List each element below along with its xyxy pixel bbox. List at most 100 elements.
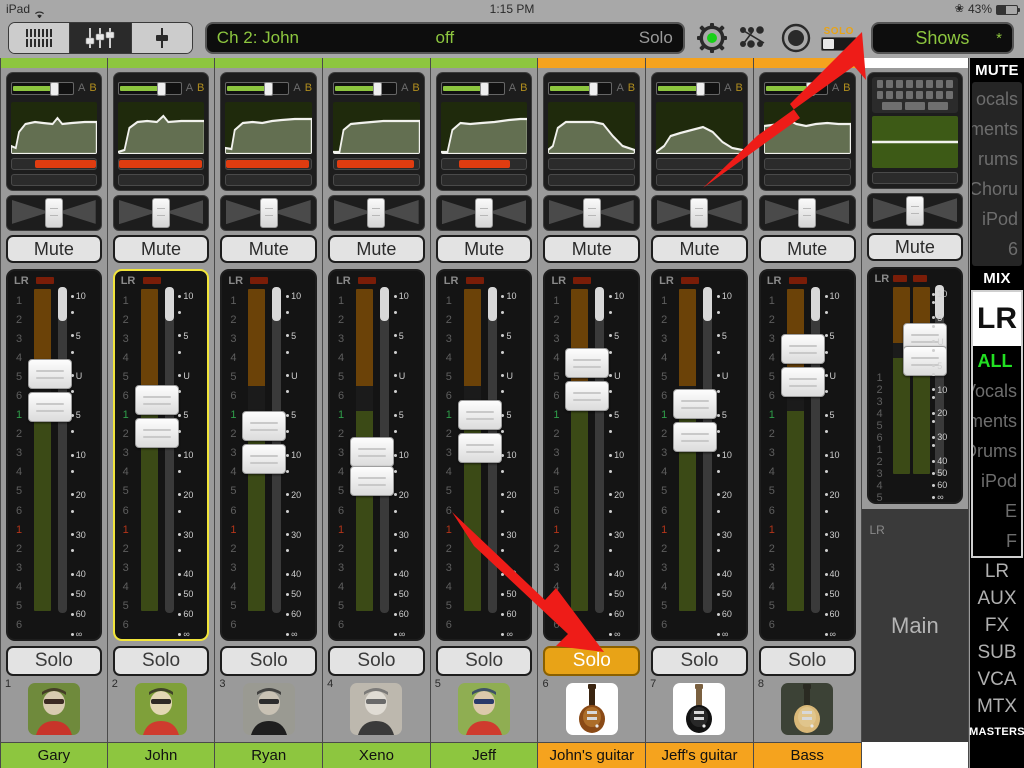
fader-panel[interactable]: LR 1 2 3 4 5 6 1 2 3 4 5 6 1 2 3 4 5 6 10 5 U 5 10 20 30 40 50 60 ∞ <box>220 269 318 641</box>
mix-group-item[interactable]: Vocals <box>973 376 1021 406</box>
channel-photo[interactable] <box>781 683 834 735</box>
main-mute-button[interactable]: Mute <box>866 233 964 261</box>
mute-button[interactable]: Mute <box>435 235 533 263</box>
fader-handle[interactable] <box>565 381 610 412</box>
pan-knob[interactable] <box>44 198 63 228</box>
solo-button[interactable]: Solo <box>651 646 748 676</box>
solo-button[interactable]: Solo <box>112 646 210 676</box>
fader-panel[interactable]: LR 1 2 3 4 5 6 1 2 3 4 5 6 1 2 3 4 5 6 10 5 U 5 10 20 30 40 50 60 ∞ <box>112 269 210 641</box>
gain-slider[interactable] <box>117 81 182 96</box>
solo-button[interactable]: Solo <box>6 646 102 676</box>
channel-title-bar[interactable]: Ch 2: John off Solo <box>204 22 685 54</box>
fader-panel[interactable]: LR 1 2 3 4 5 6 1 2 3 4 5 6 1 2 3 4 5 6 10 5 U 5 10 20 30 40 50 60 ∞ <box>6 269 102 641</box>
fader-panel[interactable]: LR 1 2 3 4 5 6 1 2 3 4 5 6 1 2 3 4 5 6 10 5 U 5 10 20 30 40 50 60 ∞ <box>543 269 641 641</box>
gain-preset-b-label[interactable]: B <box>305 82 312 94</box>
channel-name-label[interactable]: Gary <box>1 742 107 768</box>
pan-knob[interactable] <box>690 198 709 228</box>
fader-handle[interactable] <box>350 466 395 497</box>
solo-button[interactable]: Solo <box>758 646 856 676</box>
eq-curve-display[interactable] <box>763 102 851 154</box>
mute-button[interactable]: Mute <box>220 235 318 263</box>
segment-mixer-view[interactable] <box>70 23 132 53</box>
gain-preset-b-label[interactable]: B <box>628 82 635 94</box>
solo-button[interactable]: Solo <box>220 646 318 676</box>
solo-master-toggle[interactable]: SOLO <box>820 26 857 51</box>
eq-curve-display[interactable] <box>11 102 97 154</box>
fader-handle[interactable] <box>350 436 395 467</box>
pan-knob[interactable] <box>475 198 494 228</box>
channel-photo[interactable] <box>565 683 618 735</box>
routing-icon[interactable] <box>739 24 769 52</box>
pan-control[interactable] <box>866 193 964 229</box>
pan-knob[interactable] <box>582 198 601 228</box>
fader-handle[interactable] <box>780 366 825 397</box>
solo-switch[interactable] <box>820 36 857 51</box>
channel-name-label[interactable]: Jeff <box>430 742 538 768</box>
mix-group-item[interactable]: F <box>973 526 1021 556</box>
main-eq-display[interactable] <box>871 116 959 168</box>
fader-handle[interactable] <box>134 385 179 416</box>
pan-knob[interactable] <box>259 198 278 228</box>
eq-curve-display[interactable] <box>548 102 636 154</box>
gain-preset-b-label[interactable]: B <box>412 82 419 94</box>
pan-knob[interactable] <box>798 198 817 228</box>
fader-handle[interactable] <box>673 388 718 419</box>
solo-button[interactable]: Solo <box>328 646 425 676</box>
eq-curve-display[interactable] <box>333 102 420 154</box>
mute-button[interactable]: Mute <box>651 235 748 263</box>
fader-handle[interactable] <box>28 359 72 390</box>
mute-button[interactable]: Mute <box>543 235 641 263</box>
pan-control[interactable] <box>758 195 856 231</box>
channel-name-label[interactable]: John <box>107 742 215 768</box>
fader-panel[interactable]: LR 1 2 3 4 5 6 1 2 3 4 5 6 1 2 3 4 5 6 10 5 U 5 10 20 30 40 50 60 ∞ <box>328 269 425 641</box>
eq-curve-display[interactable] <box>440 102 528 154</box>
mix-group-item[interactable]: Drums <box>973 436 1021 466</box>
view-mode-segmented-control[interactable] <box>8 22 193 54</box>
gain-preset-a-label[interactable]: A <box>509 82 516 94</box>
bus-selector-item[interactable]: AUX <box>970 585 1024 612</box>
shows-button[interactable]: Shows * <box>870 22 1014 54</box>
gain-slider[interactable] <box>333 81 398 96</box>
bus-selector-item[interactable]: VCA <box>970 666 1024 693</box>
mix-group-item[interactable]: E <box>973 496 1021 526</box>
mute-button[interactable]: Mute <box>112 235 210 263</box>
pan-control[interactable] <box>6 195 102 231</box>
gain-preset-a-label[interactable]: A <box>616 82 623 94</box>
solo-button[interactable]: Solo <box>543 646 641 676</box>
pan-control[interactable] <box>112 195 210 231</box>
mix-group-item[interactable]: iPod <box>973 466 1021 496</box>
fader-handle[interactable] <box>242 410 287 441</box>
mute-button[interactable]: Mute <box>758 235 856 263</box>
mix-selected-lr[interactable]: LR <box>973 292 1021 346</box>
mix-group-item[interactable]: ALL <box>973 346 1021 376</box>
eq-curve-display[interactable] <box>225 102 313 154</box>
channel-photo[interactable] <box>27 683 80 735</box>
segment-channels-view[interactable] <box>9 23 71 53</box>
mute-group-item[interactable]: Choru <box>972 174 1022 204</box>
channel-photo[interactable] <box>673 683 726 735</box>
fader-handle[interactable] <box>457 432 502 463</box>
gain-preset-b-label[interactable]: B <box>843 82 850 94</box>
gain-preset-a-label[interactable]: A <box>186 82 193 94</box>
bus-selector-item[interactable]: LR <box>970 558 1024 585</box>
channel-photo[interactable] <box>242 683 295 735</box>
gain-preset-a-label[interactable]: A <box>401 82 408 94</box>
fader-handle[interactable] <box>28 392 72 423</box>
gain-slider[interactable] <box>763 81 828 96</box>
fader-panel[interactable]: LR 1 2 3 4 5 6 1 2 3 4 5 6 1 2 3 4 5 6 10 5 U 5 10 20 30 40 50 60 ∞ <box>435 269 533 641</box>
gain-preset-a-label[interactable]: A <box>78 82 85 94</box>
channel-name-label[interactable]: Bass <box>753 742 861 768</box>
gain-slider[interactable] <box>225 81 290 96</box>
fader-panel[interactable]: LR 1 2 3 4 5 6 1 2 3 4 5 6 1 2 3 4 5 6 10 5 U 5 10 20 30 40 50 60 ∞ <box>651 269 748 641</box>
channel-name-label[interactable]: Jeff's guitar <box>646 742 753 768</box>
fader-track[interactable] <box>164 287 174 613</box>
gain-slider[interactable] <box>11 81 74 96</box>
channel-name-label[interactable]: John's guitar <box>538 742 646 768</box>
fader-handle[interactable] <box>780 333 825 364</box>
eq-curve-display[interactable] <box>117 102 205 154</box>
fader-panel[interactable]: LR 1 2 3 4 5 6 1 2 3 4 5 6 1 2 3 4 5 6 10 5 U 5 10 20 30 40 50 60 ∞ <box>758 269 856 641</box>
pan-knob[interactable] <box>367 198 386 228</box>
solo-button[interactable]: Solo <box>435 646 533 676</box>
pan-control[interactable] <box>435 195 533 231</box>
fader-track[interactable] <box>595 287 605 613</box>
